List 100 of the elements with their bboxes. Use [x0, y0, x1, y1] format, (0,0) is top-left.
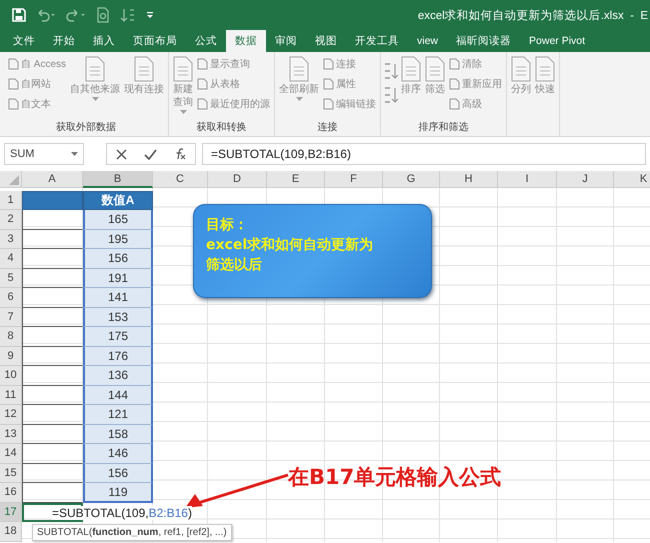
ribbon-button[interactable]: 属性	[321, 74, 378, 93]
callout-text: 目标： excel求和如何自动更新为 筛选以后	[206, 216, 374, 275]
document-icon	[134, 56, 154, 82]
ribbon-tab[interactable]: 公式	[186, 30, 226, 52]
name-box[interactable]: SUM	[4, 143, 84, 165]
column-header[interactable]: D	[208, 171, 267, 188]
document-icon	[8, 98, 19, 110]
ribbon-button[interactable]: 快速	[533, 54, 558, 136]
header-fill	[22, 190, 83, 210]
ribbon-button[interactable]: 编辑链接	[321, 94, 378, 113]
sort-descending-icon[interactable]	[383, 86, 400, 104]
ribbon-button[interactable]: 最近使用的源	[195, 94, 272, 113]
print-preview-icon[interactable]	[96, 7, 110, 23]
ribbon-tab[interactable]: 插入	[84, 30, 124, 52]
row-header[interactable]: 17	[0, 502, 22, 522]
column-header[interactable]: G	[383, 171, 440, 188]
row-header[interactable]: 9	[0, 346, 22, 366]
row-header[interactable]: 18	[0, 522, 22, 542]
save-icon[interactable]	[12, 8, 26, 22]
row-header[interactable]: 14	[0, 444, 22, 464]
ribbon-button[interactable]: 连接	[321, 54, 378, 73]
row-header[interactable]: 7	[0, 308, 22, 327]
customize-icon[interactable]	[146, 10, 154, 20]
column-header[interactable]: I	[498, 171, 557, 188]
ribbon-tab[interactable]: 审阅	[266, 30, 306, 52]
ribbon-button[interactable]: 排序	[399, 54, 424, 120]
cancel-icon[interactable]	[116, 148, 127, 160]
ribbon-button[interactable]: 现有连接	[122, 54, 166, 120]
table-cell: 175	[83, 327, 153, 346]
ribbon-button[interactable]: 高级	[447, 94, 504, 113]
document-icon	[197, 98, 208, 110]
ribbon-tab[interactable]: 数据	[226, 30, 266, 52]
ribbon-tab[interactable]: view	[408, 30, 448, 52]
column-header[interactable]: J	[557, 171, 614, 188]
column-header[interactable]: A	[22, 171, 83, 188]
table-cell: 141	[83, 288, 153, 308]
ribbon-tab[interactable]: 视图	[306, 30, 346, 52]
ribbon-button[interactable]: 自文本	[6, 94, 68, 113]
column-header[interactable]: B	[83, 171, 153, 188]
ribbon-button[interactable]: 新建 查询	[171, 54, 196, 120]
ribbon-button[interactable]: 清除	[447, 54, 504, 73]
table-cell: 153	[83, 308, 153, 327]
row-header[interactable]: 5	[0, 268, 22, 288]
table-cell: 156	[83, 464, 153, 483]
row-header[interactable]: 4	[0, 249, 22, 268]
document-icon	[449, 58, 460, 70]
column-header[interactable]: K	[614, 171, 650, 188]
row-header[interactable]: 3	[0, 230, 22, 249]
table-cell: 119	[83, 483, 153, 502]
ribbon-button[interactable]: 自网站	[6, 74, 68, 93]
row-header[interactable]: 13	[0, 424, 22, 444]
row-header[interactable]: 12	[0, 405, 22, 424]
formula-field[interactable]: =SUBTOTAL(109,B2:B16)	[202, 143, 646, 165]
caret-icon	[296, 97, 303, 102]
ribbon-button[interactable]: 分列	[509, 54, 534, 136]
document-icon	[85, 56, 106, 82]
ribbon-button[interactable]: 自其他来源	[68, 54, 122, 120]
column-header[interactable]: C	[153, 171, 208, 188]
ribbon-button[interactable]: 显示查询	[195, 54, 272, 73]
row-header[interactable]: 2	[0, 210, 22, 230]
row-header[interactable]: 10	[0, 366, 22, 386]
row-header[interactable]: 6	[0, 288, 22, 308]
document-icon	[449, 78, 460, 90]
column-header[interactable]: E	[267, 171, 325, 188]
document-icon	[197, 78, 208, 90]
ribbon-tab[interactable]: 福昕阅读器	[447, 30, 520, 52]
row-header[interactable]: 11	[0, 386, 22, 405]
sort-ascending-icon[interactable]	[383, 62, 400, 80]
ribbon-button[interactable]: 重新应用	[447, 74, 504, 93]
table-cell: 156	[83, 249, 153, 268]
function-icon[interactable]	[174, 148, 186, 160]
caret-icon	[92, 97, 99, 102]
undo-icon[interactable]	[36, 8, 56, 22]
ribbon-button[interactable]: 筛选	[423, 54, 448, 120]
document-icon	[323, 78, 334, 90]
table-cell: 165	[83, 210, 153, 230]
document-icon	[289, 56, 310, 82]
table-header-cell: 数值A	[83, 190, 153, 210]
column-header[interactable]: H	[440, 171, 498, 188]
ribbon-tab[interactable]: 文件	[4, 30, 44, 52]
ribbon-tab[interactable]: 页面布局	[124, 30, 186, 52]
document-icon	[8, 78, 19, 90]
row-header[interactable]: 8	[0, 327, 22, 346]
ribbon-tab[interactable]: 开发工具	[346, 30, 408, 52]
document-icon	[511, 56, 532, 82]
check-icon[interactable]	[144, 148, 157, 160]
document-icon	[323, 98, 334, 110]
ribbon-button[interactable]: 自 Access	[6, 54, 68, 73]
row-header[interactable]: 1	[0, 190, 22, 210]
select-all-icon[interactable]	[9, 175, 19, 185]
cell-formula[interactable]: =SUBTOTAL(109,B2:B16)	[52, 506, 192, 520]
ribbon-tab[interactable]: 开始	[44, 30, 84, 52]
column-header[interactable]: F	[325, 171, 383, 188]
sort-icon[interactable]	[120, 7, 136, 23]
row-header[interactable]: 16	[0, 483, 22, 502]
redo-icon[interactable]	[66, 8, 86, 22]
ribbon-button[interactable]: 全部刷新	[277, 54, 322, 120]
ribbon-button[interactable]: 从表格	[195, 74, 272, 93]
ribbon-tab[interactable]: Power Pivot	[520, 30, 594, 52]
row-header[interactable]: 15	[0, 464, 22, 483]
